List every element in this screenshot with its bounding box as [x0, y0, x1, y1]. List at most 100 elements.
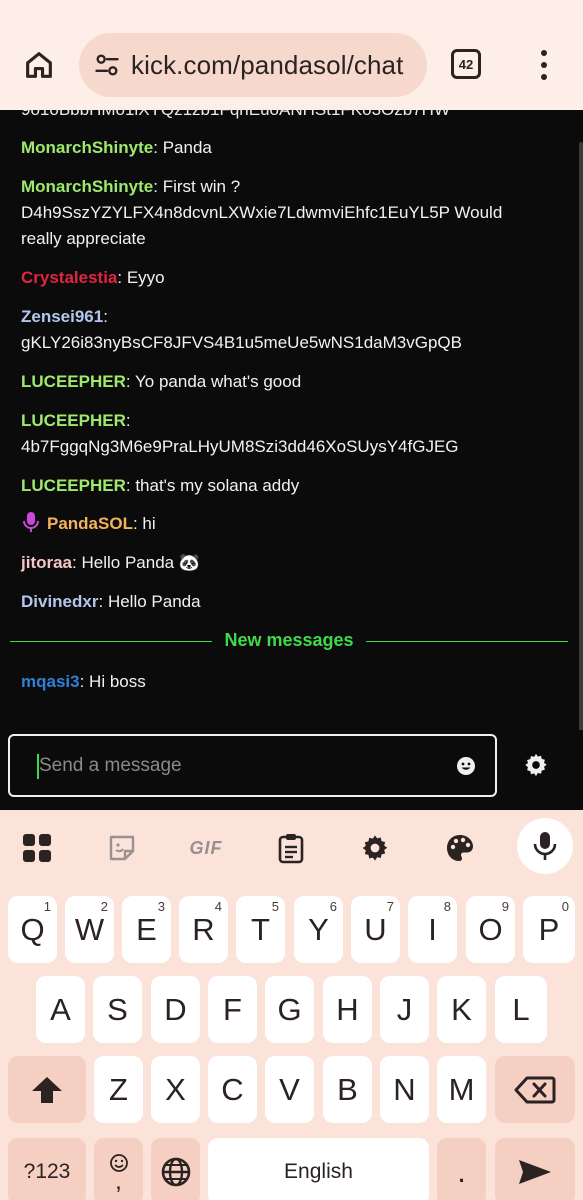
key-v[interactable]: V — [265, 1056, 314, 1123]
new-messages-divider: New messages — [10, 630, 568, 652]
key-a[interactable]: A — [36, 976, 85, 1043]
chat-username[interactable]: LUCEEPHER — [21, 411, 126, 430]
chat-feed[interactable]: 9o1oBbbHMo1iXYQz1zb1FqnEuoANHSt1FKo3Ozb7… — [0, 110, 583, 810]
message-input[interactable]: Send a message — [8, 734, 497, 797]
key-o[interactable]: O9 — [466, 896, 515, 963]
browser-toolbar: kick.com/pandasol/chat 42 — [0, 0, 583, 110]
key-d[interactable]: D — [151, 976, 200, 1043]
key-hint: 4 — [214, 899, 222, 914]
home-button[interactable] — [18, 44, 60, 86]
chat-text: Hello Panda — [103, 592, 201, 611]
key-g[interactable]: G — [265, 976, 314, 1043]
key-c[interactable]: C — [208, 1056, 257, 1123]
key-hint: 7 — [386, 899, 394, 914]
key-i[interactable]: I8 — [408, 896, 457, 963]
key-q[interactable]: Q1 — [8, 896, 57, 963]
chat-message: mqasi3: Hi boss — [21, 672, 146, 691]
comma-label: , — [115, 1167, 122, 1195]
key-label: W — [74, 911, 105, 947]
send-icon — [519, 1159, 551, 1184]
home-icon — [26, 52, 52, 78]
key-e[interactable]: E3 — [122, 896, 171, 963]
apps-grid-icon[interactable] — [17, 828, 57, 868]
period-key[interactable]: . — [437, 1138, 486, 1200]
key-h[interactable]: H — [323, 976, 372, 1043]
onscreen-keyboard: GIF Q1 W2 E3 R4 T 5 Y 6 U 7 I 8 O 9 P 0 … — [0, 810, 583, 1200]
chat-text: Yo panda what's good — [130, 372, 302, 391]
key-hint: 9 — [501, 899, 509, 914]
emoji-comma-key[interactable]: , — [94, 1138, 143, 1200]
key-w[interactable]: W2 — [65, 896, 114, 963]
key-label: O — [478, 911, 503, 947]
symbols-key[interactable]: ?123 — [8, 1138, 86, 1200]
key-m[interactable]: M — [437, 1056, 486, 1123]
chat-message: jitoraa: Hello Panda 🐼 — [21, 553, 200, 572]
space-key[interactable]: English — [208, 1138, 429, 1200]
keyboard-settings-icon[interactable] — [355, 828, 395, 868]
key-hint: 0 — [561, 899, 569, 914]
palette-icon[interactable] — [440, 828, 480, 868]
voice-input-button[interactable] — [517, 818, 573, 874]
key-hint: 5 — [271, 899, 279, 914]
tab-switcher-button[interactable]: 42 — [451, 49, 481, 79]
chat-text: Eyyo — [122, 268, 165, 287]
key-label: Q — [20, 911, 45, 947]
chat-message: Crystalestia: Eyyo — [21, 268, 165, 287]
gif-button[interactable]: GIF — [186, 828, 226, 868]
partial-message: 9o1oBbbHMo1iXYQz1zb1FqnEuoANHSt1FKo3Ozb7… — [21, 110, 450, 120]
key-n[interactable]: N — [380, 1056, 429, 1123]
backspace-key[interactable] — [495, 1056, 575, 1123]
chat-username[interactable]: jitoraa — [21, 553, 72, 572]
chat-username[interactable]: LUCEEPHER — [21, 476, 126, 495]
key-label: I — [428, 911, 437, 947]
chat-message: LUCEEPHER: Yo panda what's good — [21, 372, 302, 391]
key-j[interactable]: J — [380, 976, 429, 1043]
address-bar[interactable]: kick.com/pandasol/chat — [79, 33, 427, 97]
microphone-icon — [23, 512, 39, 532]
language-key[interactable] — [151, 1138, 200, 1200]
chat-text: Hi boss — [84, 672, 146, 691]
key-x[interactable]: X — [151, 1056, 200, 1123]
key-label: T — [251, 911, 270, 947]
message-placeholder: Send a message — [39, 755, 182, 776]
chat-username[interactable]: MonarchShinyte — [21, 138, 153, 157]
chat-username[interactable]: MonarchShinyte — [21, 177, 153, 196]
key-hint: 6 — [329, 899, 337, 914]
key-f[interactable]: F — [208, 976, 257, 1043]
chat-username[interactable]: LUCEEPHER — [21, 372, 126, 391]
chat-message: LUCEEPHER: 4b7FggqNg3M6e9PraLHyUM8Szi3dd… — [21, 411, 459, 456]
key-hint: 3 — [157, 899, 165, 914]
key-z[interactable]: Z — [94, 1056, 143, 1123]
key-p[interactable]: P0 — [523, 896, 575, 963]
chat-text: that's my solana addy — [130, 476, 300, 495]
chat-text: gKLY26i83nyBsCF8JFVS4B1u5meUe5wNS1daM3vG… — [21, 333, 462, 352]
key-label: R — [192, 911, 215, 947]
site-settings-icon[interactable] — [93, 51, 121, 79]
key-r[interactable]: R4 — [179, 896, 228, 963]
key-k[interactable]: K — [437, 976, 486, 1043]
chat-username[interactable]: mqasi3 — [21, 672, 80, 691]
key-u[interactable]: U7 — [351, 896, 400, 963]
chat-settings-icon[interactable] — [522, 751, 550, 779]
chat-username[interactable]: PandaSOL — [47, 514, 133, 533]
sticker-icon[interactable] — [102, 828, 142, 868]
key-b[interactable]: B — [323, 1056, 372, 1123]
overflow-menu-icon[interactable] — [532, 50, 556, 80]
shift-key[interactable] — [8, 1056, 86, 1123]
emoji-icon[interactable] — [456, 756, 476, 776]
chat-username[interactable]: Zensei961 — [21, 307, 103, 326]
send-key[interactable] — [495, 1138, 575, 1200]
chat-message: MonarchShinyte: First win ? D4h9SszYZYLF… — [21, 177, 503, 248]
chat-text: Panda — [157, 138, 212, 157]
clipboard-icon[interactable] — [271, 828, 311, 868]
key-y[interactable]: Y6 — [294, 896, 343, 963]
key-label: U — [364, 911, 387, 947]
chat-username[interactable]: Divinedxr — [21, 592, 98, 611]
chat-username[interactable]: Crystalestia — [21, 268, 117, 287]
backspace-icon — [514, 1076, 556, 1103]
chat-message: Zensei961: gKLY26i83nyBsCF8JFVS4B1u5meUe… — [21, 307, 462, 352]
chat-scrollbar[interactable] — [579, 142, 583, 782]
key-l[interactable]: L — [495, 976, 547, 1043]
key-t[interactable]: T5 — [236, 896, 285, 963]
key-s[interactable]: S — [93, 976, 142, 1043]
